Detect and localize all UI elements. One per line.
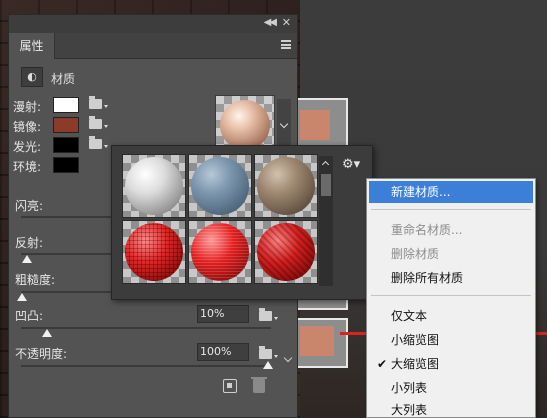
chevron-down-icon[interactable] bbox=[104, 125, 108, 128]
menu-separator bbox=[371, 295, 531, 296]
chevron-down-icon[interactable] bbox=[274, 317, 278, 320]
gear-icon[interactable]: ⚙▾ bbox=[342, 156, 366, 174]
texture-folder-icon[interactable] bbox=[89, 96, 102, 109]
slider-thumb-opacity[interactable] bbox=[263, 361, 273, 369]
menu-item-large-thumbnail[interactable]: ✔ 大缩览图 bbox=[369, 353, 533, 375]
slider-thumb-reflection[interactable] bbox=[22, 255, 32, 263]
panel-bottom-bar bbox=[9, 375, 297, 403]
slider-label-shine: 闪亮: bbox=[15, 199, 44, 213]
slider-track-bump[interactable] bbox=[21, 327, 271, 329]
panel-menu-icon[interactable] bbox=[281, 40, 291, 49]
texture-folder-icon[interactable] bbox=[89, 116, 102, 129]
material-tile-blue[interactable] bbox=[188, 154, 252, 218]
material-icon: ◐ bbox=[21, 67, 43, 87]
slider-track-opacity[interactable] bbox=[21, 365, 271, 367]
scroll-thumb[interactable] bbox=[321, 174, 331, 196]
slider-label-roughness: 粗糙度: bbox=[15, 273, 56, 287]
color-swatch[interactable] bbox=[53, 157, 79, 173]
menu-item-delete-material[interactable]: 删除材质 bbox=[369, 243, 533, 265]
panel-topbar: ◀◀ ✕ bbox=[9, 15, 297, 33]
collapse-icon[interactable]: ◀◀ bbox=[264, 17, 277, 28]
property-label: 漫射: bbox=[13, 100, 42, 114]
material-tile-red-3[interactable] bbox=[254, 220, 318, 284]
menu-separator bbox=[371, 209, 531, 210]
texture-folder-icon[interactable] bbox=[89, 136, 102, 149]
chevron-down-icon[interactable] bbox=[104, 105, 108, 108]
tab-properties[interactable]: 属性 bbox=[9, 33, 55, 59]
menu-item-new-material[interactable]: 新建材质... bbox=[369, 181, 533, 203]
scroll-down-icon[interactable] bbox=[283, 355, 293, 365]
menu-item-text-only[interactable]: 仅文本 bbox=[369, 305, 533, 327]
menu-item-small-thumbnail[interactable]: 小缩览图 bbox=[369, 329, 533, 351]
checkmark-icon: ✔ bbox=[377, 357, 388, 371]
color-swatch[interactable] bbox=[53, 137, 79, 153]
material-tile-red-2[interactable] bbox=[188, 220, 252, 284]
load-material-icon[interactable] bbox=[223, 379, 237, 393]
material-grid bbox=[122, 154, 322, 284]
slider-thumb-bump[interactable] bbox=[42, 329, 52, 337]
trash-icon[interactable] bbox=[251, 377, 267, 393]
menu-item-large-list[interactable]: 大列表 bbox=[369, 399, 533, 418]
picker-scrollbar[interactable] bbox=[319, 156, 333, 286]
material-picker: ⚙▾ bbox=[111, 145, 373, 300]
property-label: 镜像: bbox=[13, 120, 42, 134]
slider-label-bump: 凹凸: bbox=[15, 309, 44, 323]
bump-value-field[interactable]: 10% bbox=[197, 305, 249, 323]
color-swatch[interactable] bbox=[53, 97, 79, 113]
slider-label-opacity: 不透明度: bbox=[15, 347, 68, 361]
material-tile-red-1[interactable] bbox=[122, 220, 186, 284]
slider-label-reflection: 反射: bbox=[15, 236, 44, 250]
property-label: 环境: bbox=[13, 160, 42, 174]
scroll-up-icon[interactable] bbox=[321, 160, 330, 169]
color-swatch[interactable] bbox=[53, 117, 79, 133]
menu-item-small-list[interactable]: 小列表 bbox=[369, 377, 533, 399]
slider-thumb-roughness[interactable] bbox=[17, 293, 27, 301]
property-label: 发光: bbox=[13, 140, 42, 154]
chevron-down-icon[interactable] bbox=[104, 145, 108, 148]
chevron-down-icon[interactable] bbox=[274, 355, 278, 358]
opacity-folder-icon[interactable] bbox=[259, 346, 272, 359]
menu-item-delete-all-materials[interactable]: 删除所有材质 bbox=[369, 267, 533, 289]
canvas-object-2 bbox=[292, 318, 348, 368]
material-tile-brown[interactable] bbox=[254, 154, 318, 218]
panel-tabbar: 属性 bbox=[9, 33, 297, 59]
menu-item-label: 大缩览图 bbox=[391, 357, 440, 371]
bump-folder-icon[interactable] bbox=[259, 308, 272, 321]
menu-item-rename-material[interactable]: 重命名材质... bbox=[369, 219, 533, 241]
picker-options-menu: 新建材质... 重命名材质... 删除材质 删除所有材质 仅文本 小缩览图 ✔ … bbox=[366, 178, 536, 418]
material-tile-white[interactable] bbox=[122, 154, 186, 218]
close-icon[interactable]: ✕ bbox=[282, 16, 291, 29]
opacity-value-field[interactable]: 100% bbox=[197, 343, 249, 361]
section-title: 材质 bbox=[51, 72, 76, 86]
